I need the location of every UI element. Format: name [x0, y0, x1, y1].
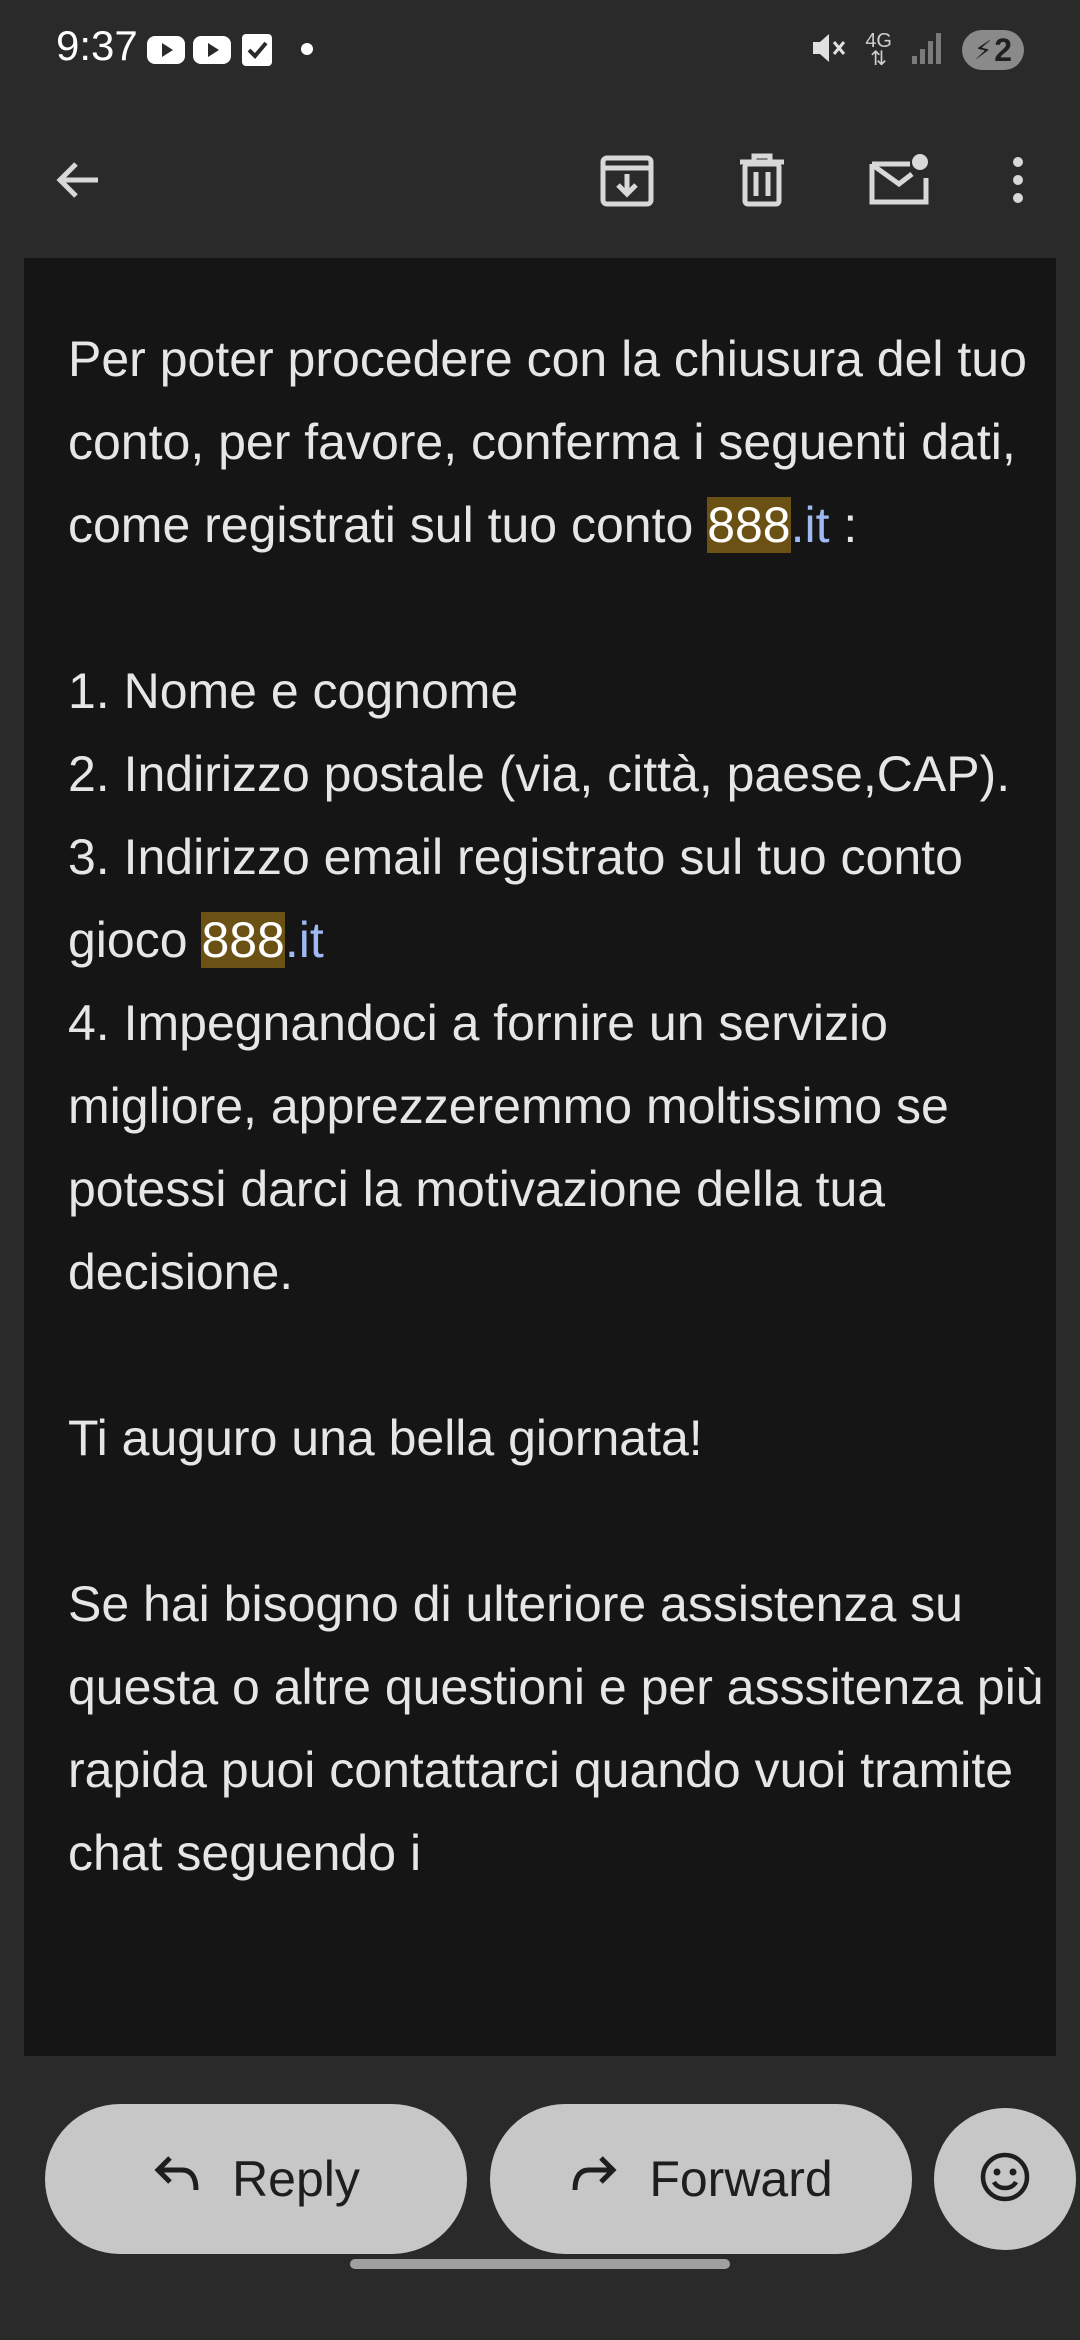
forward-icon [569, 2150, 619, 2208]
back-arrow-icon[interactable] [38, 140, 118, 220]
gesture-handle[interactable] [350, 2259, 730, 2269]
delete-icon[interactable] [722, 140, 802, 220]
signal-icon [910, 30, 944, 71]
list-item: 2. Indirizzo postale (via, città, paese,… [68, 746, 1011, 802]
site-link[interactable]: .it [285, 912, 324, 968]
reply-button[interactable]: Reply [45, 2104, 467, 2254]
highlight-term: 888 [201, 912, 285, 968]
closing-paragraph: Se hai bisogno di ulteriore assistenza s… [68, 1576, 1044, 1881]
site-link[interactable]: .it [791, 497, 830, 553]
email-paragraph-intro: Per poter procedere con la chiusura del … [68, 318, 1056, 567]
intro-end: : [829, 497, 858, 553]
greeting: Ti auguro una bella giornata! [68, 1410, 703, 1466]
reply-label: Reply [232, 2151, 360, 2207]
mark-unread-icon[interactable] [860, 140, 940, 220]
email-toolbar [0, 100, 1080, 258]
data-arrows-icon: 4G ⇅ [865, 30, 892, 70]
forward-button[interactable]: Forward [490, 2104, 912, 2254]
battery-charging-icon: ⚡ 2 [962, 30, 1024, 70]
status-bar: 9:37 4G ⇅ ⚡ 2 [0, 0, 1080, 100]
email-body: Per poter procedere con la chiusura del … [24, 258, 1056, 2056]
email-body-text: Per poter procedere con la chiusura del … [68, 318, 1056, 1895]
forward-label: Forward [649, 2151, 833, 2207]
status-time: 9:37 [56, 22, 138, 69]
archive-icon[interactable] [587, 140, 667, 220]
more-vert-icon[interactable] [978, 140, 1058, 220]
youtube-icon [146, 30, 186, 75]
highlight-term: 888 [707, 497, 791, 553]
battery-level: 2 [994, 31, 1013, 68]
checkbox-icon [240, 30, 274, 75]
intro-text: Per poter procedere con la chiusura del … [68, 331, 1027, 553]
status-icons-right: 4G ⇅ ⚡ 2 [809, 22, 1024, 78]
list-item: 4. Impegnandoci a fornire un servizio mi… [68, 995, 949, 1300]
mute-icon [809, 28, 847, 73]
reply-icon [152, 2150, 202, 2208]
emoji-reaction-button[interactable] [934, 2108, 1076, 2250]
list-item: 3. Indirizzo email registrato sul tuo co… [68, 816, 1056, 982]
youtube-icon [192, 30, 232, 75]
emoji-icon [979, 2151, 1031, 2208]
list-item: 1. Nome e cognome [68, 663, 519, 719]
dot-icon [300, 42, 314, 61]
bottom-action-bar: Reply Forward [0, 2056, 1080, 2340]
